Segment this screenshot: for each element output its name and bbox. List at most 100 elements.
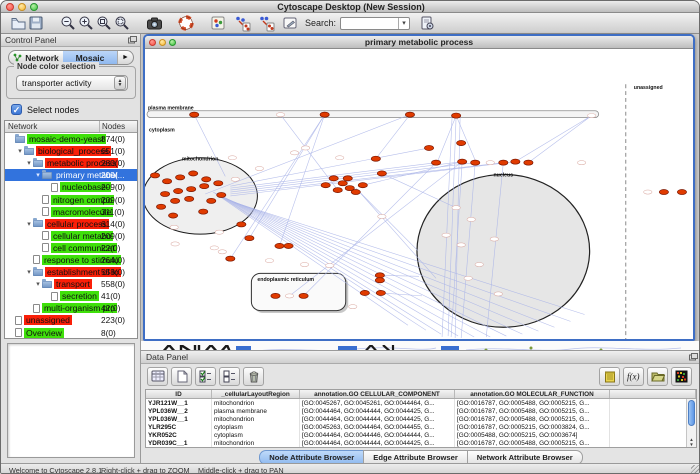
- node-small[interactable]: [335, 156, 343, 160]
- node[interactable]: [329, 176, 338, 181]
- node[interactable]: [458, 159, 467, 164]
- tree-row[interactable]: ▾biological_process651(0): [5, 145, 137, 157]
- table-row[interactable]: YPL036W__2plasma membrane[GO:0044464, GO…: [146, 407, 696, 415]
- node[interactable]: [275, 243, 284, 248]
- search-input[interactable]: [341, 18, 398, 29]
- node[interactable]: [499, 160, 508, 165]
- delete-attribute-icon[interactable]: [243, 367, 264, 386]
- node[interactable]: [471, 160, 480, 165]
- attribute-table[interactable]: ID_cellularLayoutRegionannotation.GO CEL…: [145, 389, 697, 448]
- node[interactable]: [200, 184, 209, 189]
- node-small[interactable]: [475, 262, 483, 266]
- edge[interactable]: [356, 188, 418, 251]
- import-attributes-icon[interactable]: [647, 367, 668, 386]
- node[interactable]: [452, 113, 461, 118]
- node[interactable]: [431, 160, 440, 165]
- node[interactable]: [524, 160, 533, 165]
- node[interactable]: [659, 189, 668, 194]
- disclosure-triangle-icon[interactable]: ▾: [34, 171, 42, 179]
- resize-grip[interactable]: [691, 465, 700, 474]
- scrollbar-arrows-icon[interactable]: ▲▼: [687, 437, 696, 447]
- node-small[interactable]: [301, 146, 309, 150]
- node-small[interactable]: [218, 250, 226, 254]
- node-small[interactable]: [349, 305, 357, 309]
- annotation-icon[interactable]: [281, 14, 299, 32]
- node-small[interactable]: [255, 166, 263, 170]
- tree-col-network[interactable]: Network: [5, 121, 100, 132]
- node[interactable]: [371, 156, 380, 161]
- tree-row[interactable]: ▾primary metabol209(...: [5, 169, 137, 181]
- title-bar[interactable]: Cytoscape Desktop (New Session): [1, 1, 700, 13]
- node-small[interactable]: [442, 233, 450, 237]
- node-small[interactable]: [215, 230, 223, 234]
- node[interactable]: [333, 188, 342, 193]
- table-row[interactable]: YLR295Ccytoplasm[GO:0045263, GO:0044464,…: [146, 423, 696, 431]
- network-window-titlebar[interactable]: primary metabolic process: [145, 36, 693, 49]
- node[interactable]: [199, 209, 208, 214]
- node[interactable]: [271, 293, 280, 298]
- node[interactable]: [677, 189, 686, 194]
- tree-row[interactable]: ▾metabolic process280(0): [5, 157, 137, 169]
- node[interactable]: [351, 189, 360, 194]
- node-small[interactable]: [300, 262, 308, 266]
- table-row[interactable]: YJR121W__1mitochondrion[GO:0045267, GO:0…: [146, 399, 696, 407]
- node-small[interactable]: [644, 190, 652, 194]
- node[interactable]: [189, 171, 198, 176]
- node-small[interactable]: [486, 161, 494, 165]
- tree-header[interactable]: Network Nodes: [5, 121, 137, 133]
- edge[interactable]: [437, 116, 456, 163]
- network-graph[interactable]: plasma membranecytoplasmmitochondrionnuc…: [145, 49, 693, 339]
- node[interactable]: [377, 171, 386, 176]
- edge[interactable]: [380, 275, 419, 276]
- node-small[interactable]: [490, 237, 498, 241]
- node-small[interactable]: [577, 161, 585, 165]
- tree-row[interactable]: unassigned223(0): [5, 314, 137, 326]
- tree-row[interactable]: macromolecule311(0): [5, 206, 137, 218]
- node-small[interactable]: [452, 206, 460, 210]
- table-column-header[interactable]: annotation.GO MOLECULAR_FUNCTION: [455, 390, 610, 398]
- node-small[interactable]: [170, 225, 178, 229]
- edge[interactable]: [528, 116, 591, 163]
- node-small[interactable]: [285, 294, 293, 298]
- table-scrollbar[interactable]: ▲▼: [686, 399, 696, 447]
- save-session-icon[interactable]: [27, 14, 45, 32]
- disclosure-triangle-icon[interactable]: ▾: [25, 220, 33, 228]
- node[interactable]: [214, 181, 223, 186]
- select-attributes-icon[interactable]: [195, 367, 216, 386]
- edge[interactable]: [515, 116, 591, 162]
- node[interactable]: [338, 181, 347, 186]
- node[interactable]: [190, 112, 199, 117]
- tree-row[interactable]: nitrogen compo209(0): [5, 193, 137, 205]
- birds-eye-view-panel[interactable]: [7, 343, 135, 458]
- node[interactable]: [376, 290, 385, 295]
- disclosure-triangle-icon[interactable]: ▾: [25, 268, 33, 276]
- tree-row[interactable]: multi-organism pro42(0): [5, 302, 137, 314]
- node-small[interactable]: [276, 113, 284, 117]
- node[interactable]: [343, 176, 352, 181]
- node[interactable]: [358, 183, 367, 188]
- vizmapper-icon[interactable]: [209, 14, 227, 32]
- table-column-header[interactable]: ID: [146, 390, 212, 398]
- node[interactable]: [360, 290, 369, 295]
- tree-row[interactable]: Overview8(0): [5, 327, 137, 339]
- node[interactable]: [202, 177, 211, 182]
- node-small[interactable]: [494, 292, 502, 296]
- snapshot-icon[interactable]: [145, 14, 163, 32]
- node-small[interactable]: [325, 263, 333, 267]
- node-small[interactable]: [464, 276, 472, 280]
- node[interactable]: [162, 179, 171, 184]
- color-attribute-dropdown[interactable]: transporter activity ▲▼: [16, 75, 128, 91]
- attribute-table-icon[interactable]: [147, 367, 168, 386]
- node-small[interactable]: [378, 214, 386, 218]
- help-icon[interactable]: [177, 14, 195, 32]
- node-small[interactable]: [467, 217, 475, 221]
- node[interactable]: [245, 236, 254, 241]
- node[interactable]: [160, 191, 169, 196]
- node[interactable]: [424, 145, 433, 150]
- node-small[interactable]: [290, 151, 298, 155]
- tree-row[interactable]: mosaic-demo-yeast874(0): [5, 133, 137, 145]
- formula-builder-icon[interactable]: f(x): [623, 367, 644, 386]
- node-small[interactable]: [457, 243, 465, 247]
- node-small[interactable]: [265, 259, 273, 263]
- node[interactable]: [375, 273, 384, 278]
